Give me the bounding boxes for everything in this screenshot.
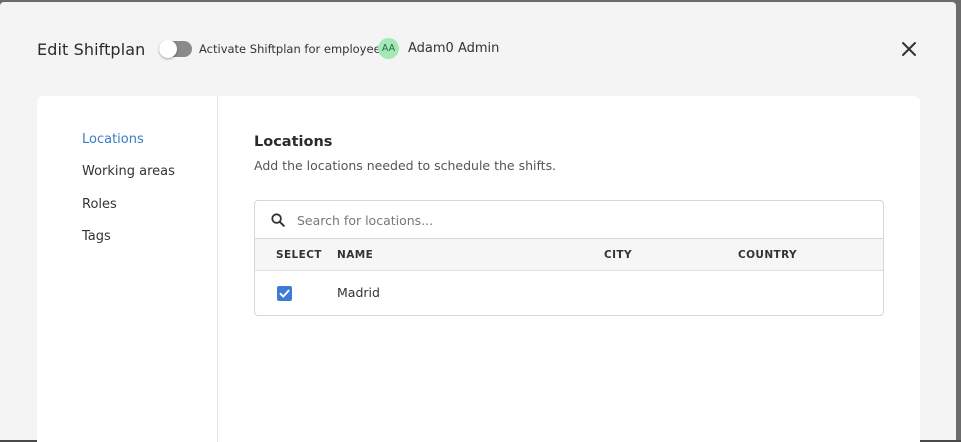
row-select-checkbox[interactable] [277, 286, 292, 301]
checkmark-icon [279, 289, 290, 298]
column-header-name: NAME [337, 249, 374, 261]
search-icon [271, 213, 285, 227]
section-description: Add the locations needed to schedule the… [254, 158, 557, 173]
avatar: AA [378, 38, 399, 59]
activate-shiftplan-toggle[interactable] [159, 40, 192, 58]
employee-name: Adam0 Admin [408, 41, 500, 56]
nav-item-tags[interactable]: Tags [82, 229, 111, 244]
close-icon [902, 42, 916, 56]
close-button[interactable] [898, 38, 920, 60]
table-header: SELECT NAME CITY COUNTRY [255, 239, 883, 271]
toggle-label: Activate Shiftplan for employee [199, 42, 381, 56]
locations-table: SELECT NAME CITY COUNTRY Madrid [254, 239, 884, 316]
section-title: Locations [254, 134, 333, 150]
cell-name: Madrid [337, 285, 380, 300]
column-header-country: COUNTRY [738, 249, 798, 261]
toggle-knob [159, 40, 177, 58]
nav-item-roles[interactable]: Roles [82, 197, 117, 212]
table-row[interactable]: Madrid [255, 272, 883, 315]
locations-section: Locations Add the locations needed to sc… [219, 96, 920, 442]
nav-item-working-areas[interactable]: Working areas [82, 164, 175, 179]
column-header-city: CITY [604, 249, 632, 261]
content-panel: Locations Working areas Roles Tags Locat… [37, 96, 920, 442]
nav-item-locations[interactable]: Locations [82, 132, 144, 147]
modal-header: Edit Shiftplan Activate Shiftplan for em… [0, 2, 956, 96]
section-nav: Locations Working areas Roles Tags [37, 96, 218, 442]
column-header-select: SELECT [276, 249, 322, 261]
edit-shiftplan-modal: Edit Shiftplan Activate Shiftplan for em… [0, 2, 956, 442]
modal-title: Edit Shiftplan [37, 40, 146, 59]
search-box [254, 200, 884, 239]
search-input[interactable] [297, 210, 867, 230]
